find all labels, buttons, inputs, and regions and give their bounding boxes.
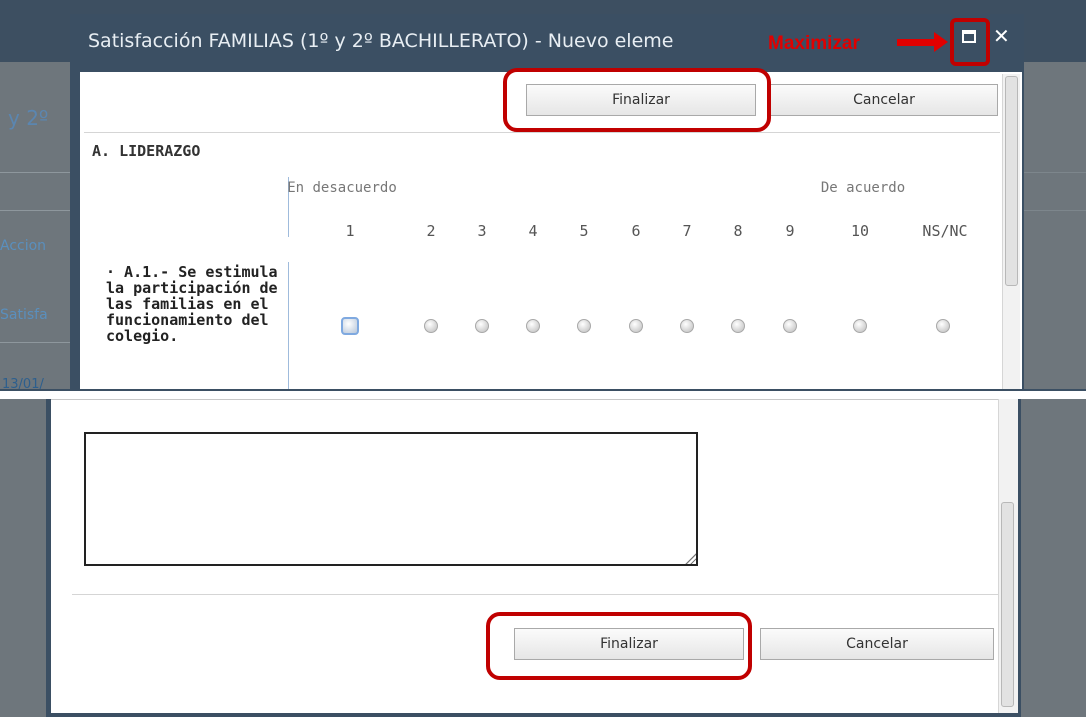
column-header: 6: [631, 222, 641, 240]
background-divider: [0, 210, 72, 211]
cancel-button[interactable]: Cancelar: [760, 628, 994, 660]
scale-high-label: De acuerdo: [820, 180, 906, 196]
background-divider: [0, 172, 72, 173]
column-header: 5: [579, 222, 589, 240]
column-header: 10: [850, 222, 870, 240]
column-header: 3: [477, 222, 487, 240]
annotation-arrow-head: [934, 32, 948, 52]
background-satisfaccion-link[interactable]: Satisfa: [0, 307, 48, 323]
scrollbar-thumb[interactable]: [1001, 502, 1014, 707]
column-header: 8: [733, 222, 743, 240]
radio-option[interactable]: [731, 319, 745, 333]
finalize-highlight: [503, 68, 771, 132]
footer-divider: [72, 594, 998, 595]
dialog-title: Satisfacción FAMILIAS (1º y 2º BACHILLER…: [88, 30, 674, 52]
top-edge: [51, 399, 998, 400]
radio-option[interactable]: [424, 319, 438, 333]
radio-option[interactable]: [341, 317, 359, 335]
column-header: 4: [528, 222, 538, 240]
close-icon[interactable]: ✕: [993, 24, 1010, 48]
radio-option[interactable]: [853, 319, 867, 333]
background-overlay: [0, 399, 50, 717]
comment-textarea[interactable]: [84, 432, 698, 566]
radio-option[interactable]: [629, 319, 643, 333]
column-header: 2: [426, 222, 436, 240]
background-divider: [1024, 210, 1086, 211]
radio-option[interactable]: [783, 319, 797, 333]
cancel-button[interactable]: Cancelar: [770, 84, 998, 116]
top-screenshot: y 2º Accion Satisfa 13/01/ Satisfacción …: [0, 0, 1086, 391]
radio-option[interactable]: [475, 319, 489, 333]
finalize-highlight: [486, 612, 752, 680]
column-header: NS/NC: [922, 222, 968, 240]
column-header: 1: [345, 222, 355, 240]
dialog-frame-bottom: [46, 713, 1021, 717]
scrollbar-thumb[interactable]: [1005, 76, 1018, 286]
background-acciones-link[interactable]: Accion: [0, 238, 46, 254]
screenshot-gap: [0, 391, 1086, 399]
column-header: 7: [682, 222, 692, 240]
question-text: · A.1.- Se estimula la participación de …: [106, 263, 278, 345]
bottom-screenshot: Finalizar Cancelar: [0, 399, 1086, 717]
maximize-highlight: [950, 18, 990, 66]
column-header: 9: [785, 222, 795, 240]
section-divider: [84, 132, 1000, 133]
radio-option[interactable]: [526, 319, 540, 333]
dialog-frame-right: [1018, 399, 1021, 717]
row-divider: [288, 262, 289, 391]
maximize-annotation-label: Maximizar: [766, 33, 862, 55]
radio-option[interactable]: [577, 319, 591, 333]
section-title: A. LIDERAZGO: [92, 142, 201, 160]
annotation-arrow: [897, 39, 937, 46]
radio-option[interactable]: [936, 319, 950, 333]
background-overlay: [1020, 399, 1086, 717]
dialog-frame-left: [70, 72, 80, 391]
radio-option[interactable]: [680, 319, 694, 333]
background-divider: [1024, 172, 1086, 173]
background-title-fragment: y 2º: [8, 106, 49, 130]
resize-grip-icon[interactable]: [684, 552, 696, 564]
scale-low-label: En desacuerdo: [287, 180, 397, 196]
background-divider: [0, 342, 72, 343]
